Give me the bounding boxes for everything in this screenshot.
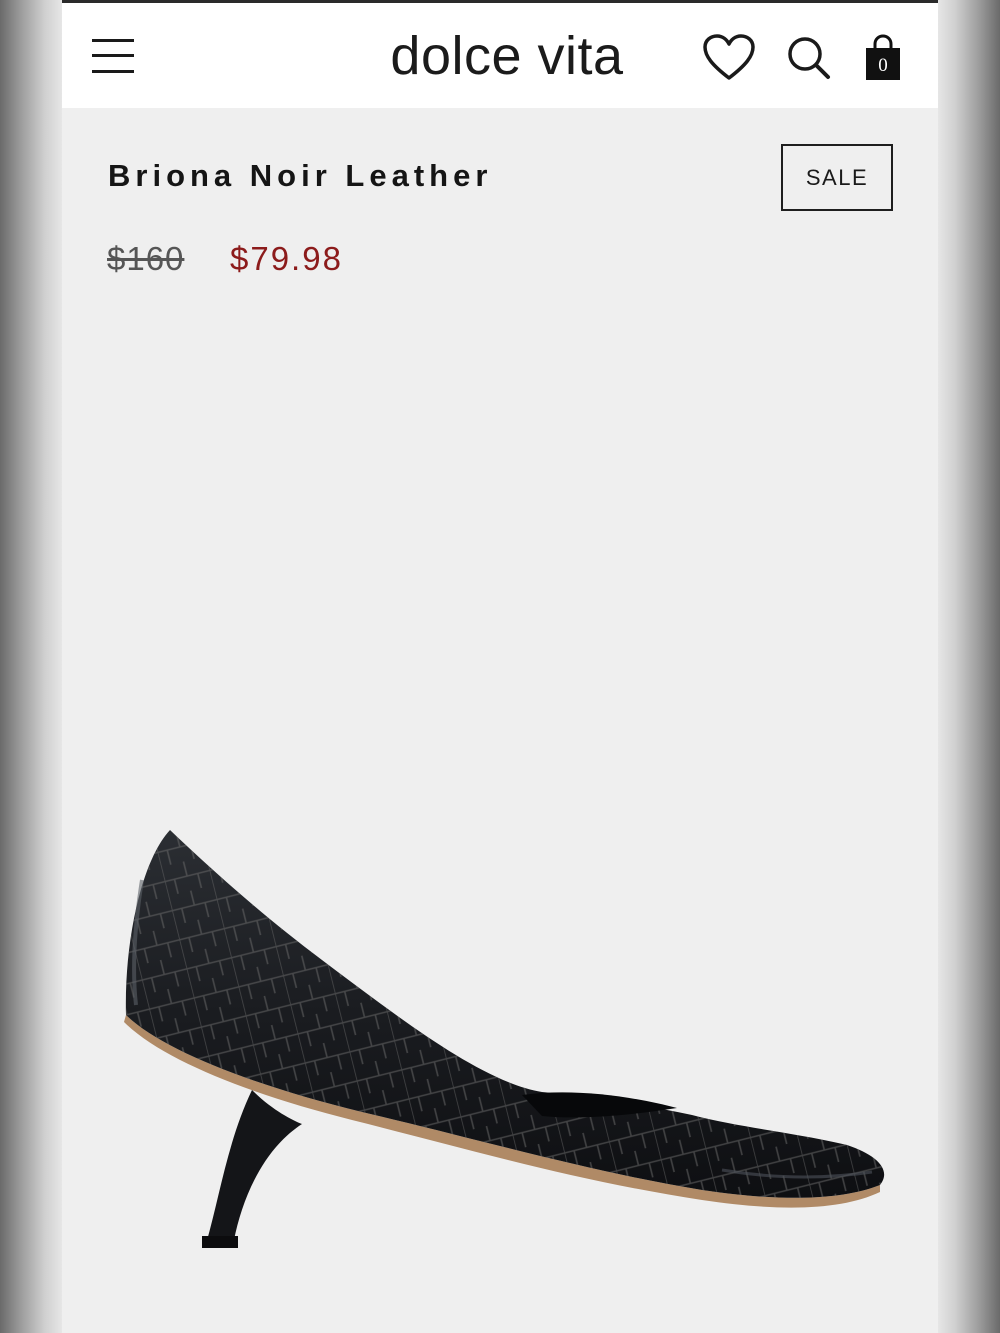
sale-price: $79.98 <box>230 240 343 277</box>
hamburger-menu-icon[interactable] <box>90 35 136 77</box>
shopping-bag-icon[interactable]: 0 <box>862 33 904 83</box>
product-page: dolce vita 0 Briona Noir Leather SALE $1… <box>62 0 938 1333</box>
original-price: $160 <box>107 240 185 277</box>
brand-logo[interactable]: dolce vita <box>362 25 652 87</box>
product-title: Briona Noir Leather <box>108 158 493 193</box>
site-header: dolce vita 0 <box>62 0 938 108</box>
cart-count: 0 <box>878 55 888 76</box>
heart-icon[interactable] <box>702 33 756 83</box>
search-icon[interactable] <box>786 35 832 81</box>
product-image[interactable] <box>102 820 902 1260</box>
sale-badge: SALE <box>781 144 893 211</box>
